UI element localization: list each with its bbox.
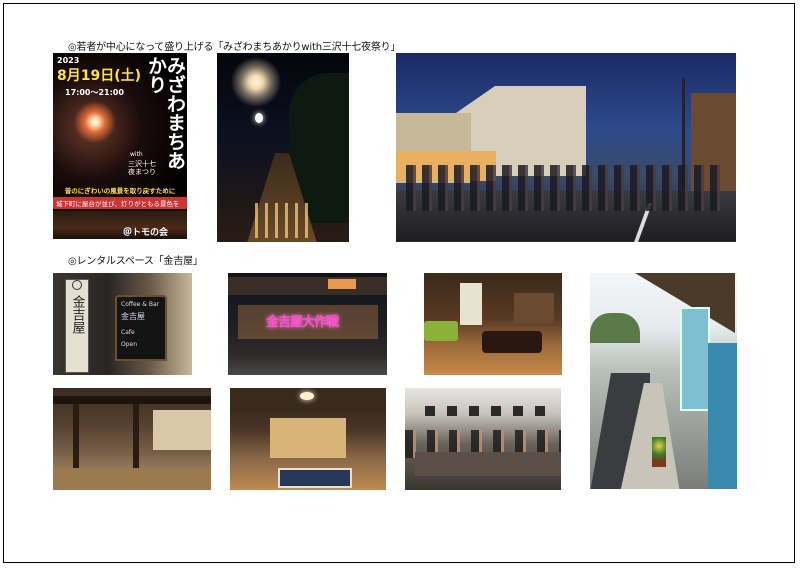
pendant-lamps bbox=[425, 406, 545, 416]
bright-window bbox=[153, 410, 211, 450]
upper-window bbox=[328, 279, 356, 289]
floor bbox=[53, 468, 211, 490]
back-room bbox=[270, 418, 346, 458]
shelf bbox=[514, 293, 554, 323]
lantern-lights bbox=[255, 203, 315, 238]
hanging-sign-text: 金吉屋 bbox=[69, 295, 85, 334]
chalkboard-line1: Coffee & Bar bbox=[121, 301, 160, 308]
low-table bbox=[482, 331, 542, 353]
poster-year: 2023 bbox=[57, 56, 80, 65]
window bbox=[460, 283, 482, 325]
rental-section-heading: ◎レンタルスペース「金吉屋」 bbox=[68, 256, 203, 267]
counter bbox=[415, 452, 561, 476]
shop-sign-photo: 金吉屋 Coffee & Bar 金吉屋 Cafe Open bbox=[53, 273, 192, 375]
poster-date: 8月19日(土) bbox=[57, 68, 142, 84]
poster-with: with bbox=[130, 151, 143, 158]
poster-subtitle-line1: 三沢十七 bbox=[128, 160, 156, 168]
chalkboard-line3: Cafe bbox=[121, 329, 135, 336]
rug bbox=[278, 468, 352, 488]
flower-pot bbox=[652, 437, 666, 467]
fireworks-street-photo bbox=[217, 53, 349, 242]
display-case bbox=[680, 307, 710, 411]
poster-time: 17:00～21:00 bbox=[65, 88, 124, 97]
chalkboard-line2: 金吉屋 bbox=[121, 312, 145, 321]
hanging-sign: 金吉屋 bbox=[65, 279, 89, 373]
lounge-photo bbox=[424, 273, 562, 375]
trees bbox=[590, 313, 640, 343]
poster-lead: 昔のにぎわいの風景を取り戻すために bbox=[64, 187, 176, 195]
firework-graphic bbox=[71, 98, 119, 146]
chalkboard: Coffee & Bar 金吉屋 Cafe Open bbox=[115, 295, 167, 361]
green-sofa bbox=[424, 321, 458, 341]
alley-photo bbox=[590, 273, 737, 489]
blue-door bbox=[708, 343, 737, 489]
sign-crest-icon bbox=[72, 280, 82, 290]
roof bbox=[228, 277, 387, 295]
festival-street-photo bbox=[396, 53, 736, 242]
ceiling-lamp bbox=[300, 392, 314, 400]
firework-spark bbox=[255, 113, 263, 123]
poster-body: 城下町に屋台が並び、灯りがともる景色を bbox=[56, 200, 180, 208]
bar-counter-photo bbox=[405, 388, 561, 490]
poster-organizer: ＠トモの会 bbox=[123, 228, 169, 238]
interior-hall-photo-2 bbox=[230, 388, 386, 490]
chalkboard-line4: Open bbox=[121, 341, 138, 348]
firework-burst bbox=[229, 55, 283, 109]
poster-subtitle: 三沢十七 夜まつり bbox=[128, 160, 156, 176]
neon-sign: 金吉屋大作戦 bbox=[266, 315, 339, 330]
ceiling-beam bbox=[53, 396, 211, 404]
interior-hall-photo-1 bbox=[53, 388, 211, 490]
festival-section-heading: ◎若者が中心になって盛り上げる「みざわまちあかりwith三沢十七夜祭り」 bbox=[68, 42, 401, 53]
storefront-night-photo: 金吉屋大作戦 bbox=[228, 273, 387, 375]
poster-subtitle-line2: 夜まつり bbox=[128, 168, 156, 176]
crowd bbox=[406, 165, 726, 211]
festival-poster: 2023 8月19日(土) 17:00～21:00 みざわまちあかり with … bbox=[53, 53, 187, 239]
poster-title: みざわまちあかり bbox=[145, 56, 186, 170]
